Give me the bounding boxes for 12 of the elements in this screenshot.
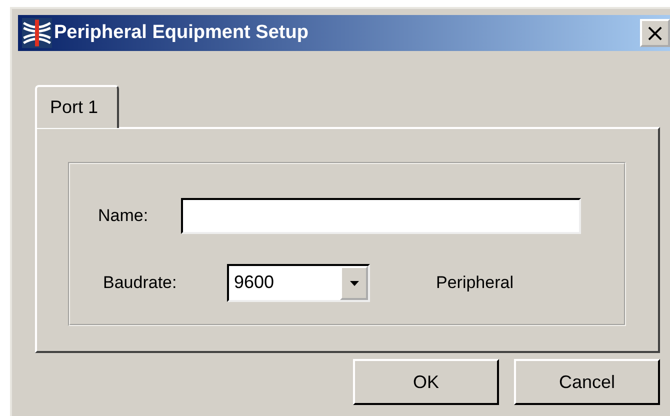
baudrate-dropdown[interactable]: 9600 (227, 264, 370, 302)
app-icon (22, 18, 52, 48)
baudrate-label: Baudrate: (103, 273, 178, 293)
tab[interactable]: Port 1 (35, 85, 119, 128)
caret-icon (350, 280, 358, 286)
window-title: Peripheral Equipment Setup (54, 22, 308, 44)
name-label: Name: (98, 206, 150, 226)
name-field[interactable] (181, 198, 581, 234)
cancel-button[interactable]: Cancel (514, 359, 660, 405)
ok-button[interactable]: OK (353, 359, 499, 405)
close-button[interactable]: × (640, 19, 670, 47)
peripheral-label: Peripheral (436, 273, 514, 293)
